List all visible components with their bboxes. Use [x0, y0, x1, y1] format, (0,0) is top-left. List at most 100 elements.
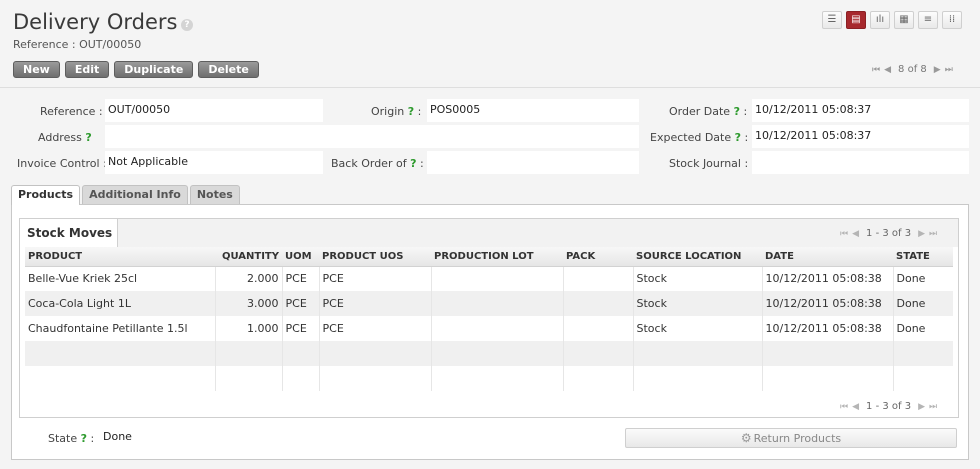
stock-moves-pager-status: 1 - 3 of 3 — [866, 228, 912, 239]
return-products-button[interactable]: ⚙ Return Products — [625, 428, 957, 448]
help-icon[interactable]: ? — [181, 19, 193, 31]
action-toolbar: New Edit Duplicate Delete — [13, 61, 259, 78]
cell-empty — [319, 366, 432, 391]
first-page-icon[interactable]: ⏮ — [840, 402, 848, 412]
column-header-product-uos[interactable]: PRODUCT UOS — [319, 247, 431, 267]
list-view-icon[interactable]: ☰ — [822, 11, 842, 29]
next-page-icon[interactable]: ▶ — [918, 402, 925, 412]
cell-source-location: Stock — [633, 316, 763, 341]
cell-empty — [319, 341, 432, 366]
cell-empty — [215, 366, 283, 391]
last-page-icon[interactable]: ⏭ — [929, 229, 937, 239]
column-header-date[interactable]: DATE — [762, 247, 893, 267]
state-field: Done — [100, 426, 620, 449]
origin-field[interactable]: POS0005 — [427, 99, 639, 122]
column-header-product[interactable]: PRODUCT — [25, 247, 215, 267]
cell-source-location: Stock — [633, 266, 763, 291]
pager-status: 8 of 8 — [898, 64, 927, 75]
column-header-pack[interactable]: PACK — [563, 247, 633, 267]
calendar-view-icon[interactable]: ▦ — [894, 11, 914, 29]
prev-page-icon[interactable]: ◀ — [852, 229, 859, 239]
help-mark-icon[interactable]: ? — [734, 105, 740, 118]
cell-empty — [633, 341, 763, 366]
last-page-icon[interactable]: ⏭ — [929, 402, 937, 412]
colon: : — [90, 432, 95, 445]
new-button[interactable]: New — [13, 61, 60, 78]
stock-journal-field[interactable] — [752, 151, 969, 174]
cell-pack — [563, 266, 634, 291]
table-row[interactable]: Chaudfontaine Petillante 1.5l 1.000 PCE … — [25, 316, 953, 341]
cell-date: 10/12/2011 05:08:38 — [762, 316, 894, 341]
cell-empty — [25, 341, 216, 366]
cell-quantity: 1.000 — [215, 316, 283, 341]
cell-state: Done — [896, 272, 926, 286]
prev-record-icon[interactable]: ◀ — [884, 65, 891, 75]
help-mark-icon[interactable]: ? — [410, 157, 416, 170]
cell-quantity: 3.000 — [215, 291, 283, 316]
cell-state: Done — [893, 291, 953, 316]
tab-products[interactable]: Products — [11, 185, 81, 205]
tab-notes[interactable]: Notes — [189, 185, 240, 204]
cell-empty — [893, 341, 953, 366]
back-order-field[interactable] — [427, 151, 639, 174]
back-order-label-text: Back Order of — [331, 157, 407, 170]
form-view-icon[interactable]: ▤ — [846, 11, 866, 29]
invoice-control-field[interactable]: Not Applicable — [105, 151, 323, 174]
colon: : — [417, 105, 422, 118]
expected-date-label: Expected Date ? : — [650, 131, 748, 144]
cell-quantity: 2.000 — [215, 266, 283, 291]
column-header-source-location[interactable]: SOURCE LOCATION — [633, 247, 762, 267]
first-page-icon[interactable]: ⏮ — [840, 229, 848, 239]
colon: : — [419, 157, 424, 170]
address-field[interactable] — [105, 125, 639, 148]
expected-date-field[interactable]: 10/12/2011 05:08:37 — [752, 125, 969, 148]
column-header-state[interactable]: STATE — [893, 247, 953, 267]
cell-product-uos: PCE — [319, 316, 432, 341]
next-page-icon[interactable]: ▶ — [918, 229, 925, 239]
duplicate-button[interactable]: Duplicate — [114, 61, 194, 78]
reference-field[interactable]: OUT/00050 — [105, 99, 323, 122]
cell-pack — [563, 316, 634, 341]
last-record-icon[interactable]: ⏭ — [945, 65, 953, 75]
help-mark-icon[interactable]: ? — [85, 131, 91, 144]
cell-empty — [431, 341, 564, 366]
cell-source-location: Stock — [633, 291, 763, 316]
cell-product-uos: PCE — [319, 291, 432, 316]
stock-moves-pager: ⏮ ◀ 1 - 3 of 3 ▶ ⏭ — [840, 228, 937, 239]
cell-product: Chaudfontaine Petillante 1.5l — [25, 316, 216, 341]
tab-additional-info[interactable]: Additional Info — [82, 185, 188, 204]
edit-button[interactable]: Edit — [64, 61, 110, 78]
cell-empty — [563, 341, 634, 366]
cell-empty — [563, 366, 634, 391]
stock-moves-table: PRODUCT QUANTITY UOM PRODUCT UOS PRODUCT… — [25, 247, 953, 391]
page-title: Delivery Orders — [13, 10, 178, 34]
delete-button[interactable]: Delete — [198, 61, 259, 78]
order-date-label: Order Date ? : — [669, 105, 747, 118]
column-header-quantity[interactable]: QUANTITY — [215, 247, 282, 267]
stock-moves-header: Stock Moves ⏮ ◀ 1 - 3 of 3 ▶ ⏭ — [20, 219, 958, 247]
help-mark-icon[interactable]: ? — [408, 105, 414, 118]
prev-page-icon[interactable]: ◀ — [852, 402, 859, 412]
help-mark-icon[interactable]: ? — [735, 131, 741, 144]
table-row[interactable]: Coca-Cola Light 1L 3.000 PCE PCE Stock 1… — [25, 291, 953, 316]
column-header-uom[interactable]: UOM — [282, 247, 319, 267]
state-label-text: State — [48, 432, 78, 445]
delivery-order-page: Delivery Orders ? Reference : OUT/00050 … — [0, 0, 980, 469]
first-record-icon[interactable]: ⏮ — [872, 65, 880, 75]
column-header-production-lot[interactable]: PRODUCTION LOT — [431, 247, 563, 267]
cell-production-lot — [431, 316, 564, 341]
kanban-view-icon[interactable]: ⁞⁞ — [942, 11, 962, 29]
stock-moves-title: Stock Moves — [20, 219, 118, 247]
cell-empty — [282, 341, 320, 366]
origin-label-text: Origin — [371, 105, 405, 118]
gantt-view-icon[interactable]: ≡ — [918, 11, 938, 29]
graph-view-icon[interactable]: ılı — [870, 11, 890, 29]
back-order-label: Back Order of ? : — [331, 157, 424, 170]
stock-journal-label: Stock Journal : — [669, 157, 749, 170]
help-mark-icon[interactable]: ? — [81, 432, 87, 445]
cell-empty — [215, 341, 283, 366]
next-record-icon[interactable]: ▶ — [934, 65, 941, 75]
table-row[interactable]: Belle-Vue Kriek 25cl 2.000 PCE PCE Stock… — [25, 266, 953, 291]
cell-uom: PCE — [282, 266, 320, 291]
order-date-field[interactable]: 10/12/2011 05:08:37 — [752, 99, 969, 122]
